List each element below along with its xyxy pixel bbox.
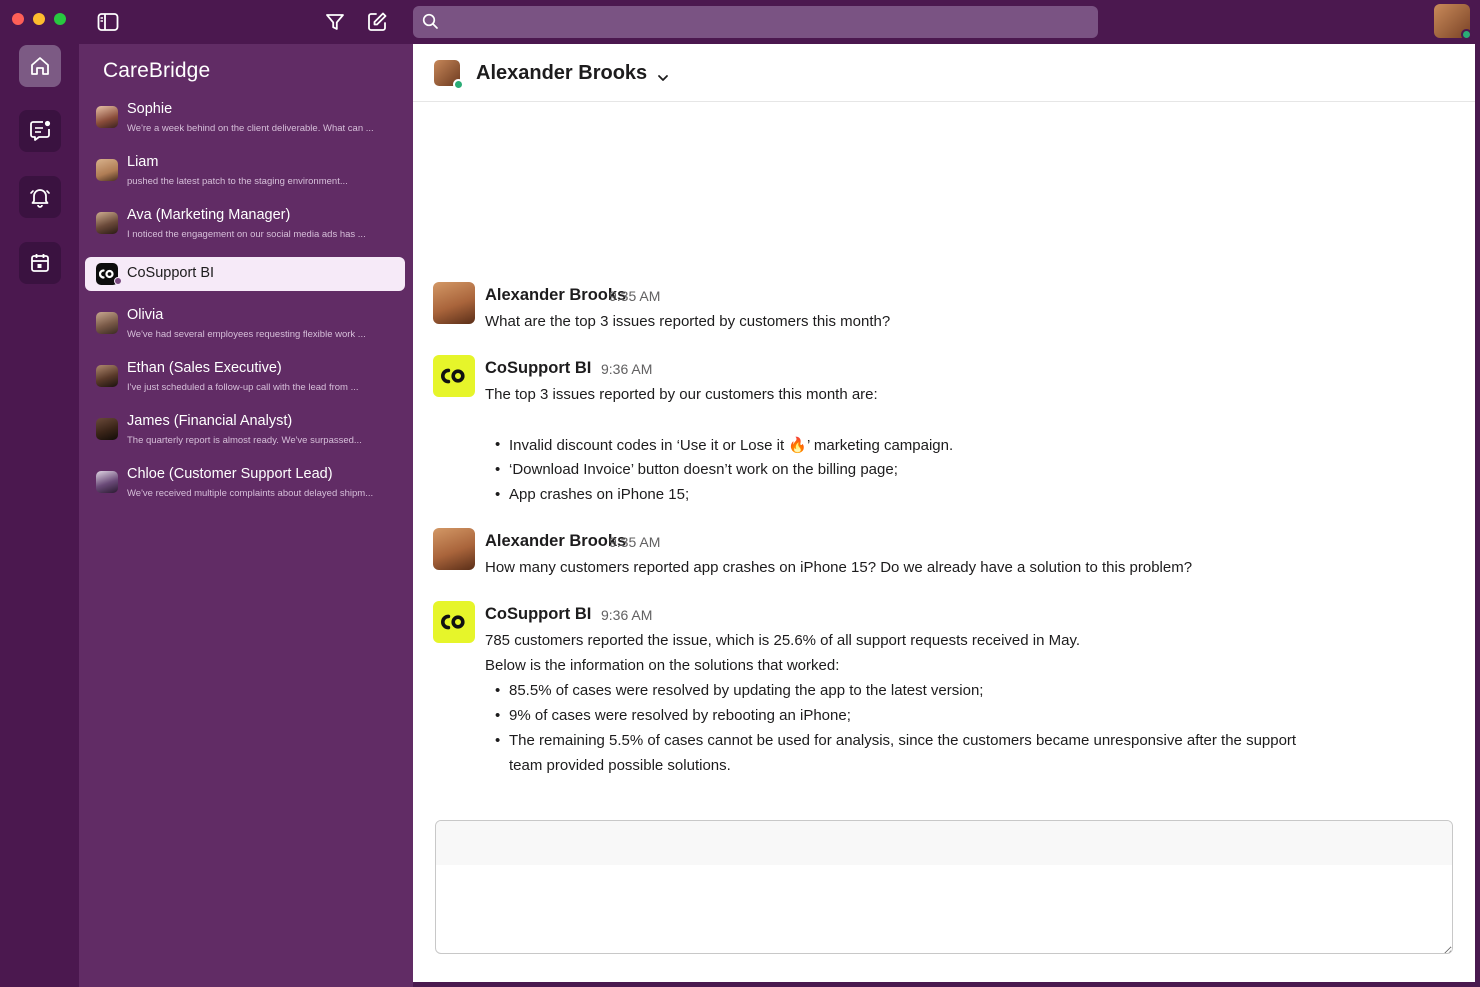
conversation-name: Sophie xyxy=(127,101,173,117)
status-dot-icon xyxy=(114,277,122,285)
message-text: How many customers reported app crashes … xyxy=(485,559,1193,576)
conversation-preview: I noticed the engagement on our social m… xyxy=(127,229,366,240)
avatar xyxy=(96,159,118,181)
list-item: App crashes on iPhone 15; xyxy=(509,486,690,503)
user-avatar[interactable] xyxy=(1434,4,1472,40)
conversation-item[interactable]: Sophie We're a week behind on the client… xyxy=(85,97,405,145)
message-text: 785 customers reported the issue, which … xyxy=(485,632,1081,649)
bullet-icon: • xyxy=(495,707,501,724)
message-composer xyxy=(435,820,1453,954)
conversation-name: Olivia xyxy=(127,307,164,323)
avatar[interactable] xyxy=(433,528,475,570)
conversation-name: Chloe (Customer Support Lead) xyxy=(127,466,333,482)
conversation-preview: pushed the latest patch to the staging e… xyxy=(127,176,348,187)
channel-title[interactable]: Alexander Brooks xyxy=(476,62,647,85)
message-author[interactable]: CoSupport BI xyxy=(485,359,591,378)
rail-messages-button[interactable] xyxy=(19,110,61,152)
conversation-name: Liam xyxy=(127,154,159,170)
bullet-icon: • xyxy=(495,436,501,453)
message-author[interactable]: CoSupport BI xyxy=(485,605,591,624)
conversation-item[interactable]: Ethan (Sales Executive) I've just schedu… xyxy=(85,356,405,404)
message-text: The top 3 issues reported by our custome… xyxy=(485,386,878,403)
online-status-icon xyxy=(1461,29,1472,40)
rail-notifications-button[interactable] xyxy=(19,176,61,218)
conversation-preview: We've received multiple complaints about… xyxy=(127,488,374,499)
list-item: Invalid discount codes in ‘Use it or Los… xyxy=(509,437,954,454)
bullet-icon: • xyxy=(495,461,501,478)
search-icon xyxy=(422,13,439,35)
chevron-down-icon[interactable] xyxy=(657,69,669,87)
avatar[interactable] xyxy=(433,282,475,324)
conversation-item[interactable]: Ava (Marketing Manager) I noticed the en… xyxy=(85,203,405,251)
message-timestamp[interactable]: 9:36 AM xyxy=(601,361,652,377)
message-author[interactable]: Alexander Brooks xyxy=(485,532,626,551)
list-item: 85.5% of cases were resolved by updating… xyxy=(509,682,984,699)
calendar-icon xyxy=(31,254,49,272)
filter-icon[interactable] xyxy=(323,10,347,34)
conversation-item-active[interactable]: CoSupport BI xyxy=(85,257,405,291)
message-timestamp[interactable]: 9:36 AM xyxy=(601,607,652,623)
notifications-icon xyxy=(30,189,50,208)
rail-home-button[interactable] xyxy=(19,45,61,87)
conversation-preview: We've had several employees requesting f… xyxy=(127,329,366,340)
conversation-preview: The quarterly report is almost ready. We… xyxy=(127,435,362,446)
avatar xyxy=(96,418,118,440)
workspace-title[interactable]: CareBridge xyxy=(103,59,210,83)
chat-header: Alexander Brooks xyxy=(413,44,1475,102)
avatar xyxy=(96,106,118,128)
sidebar-toggle-icon[interactable] xyxy=(96,10,120,34)
bot-logo-icon[interactable] xyxy=(433,601,475,643)
message-input[interactable] xyxy=(436,865,1452,953)
message-text: Below is the information on the solution… xyxy=(485,657,840,674)
composer-toolbar xyxy=(436,821,1452,865)
bullet-icon: • xyxy=(495,486,501,503)
minimize-window-button[interactable] xyxy=(33,13,45,25)
message-timestamp[interactable]: 9:35 AM xyxy=(609,534,660,550)
conversation-preview: We're a week behind on the client delive… xyxy=(127,123,374,134)
bullet-icon: • xyxy=(495,682,501,699)
message-author[interactable]: Alexander Brooks xyxy=(485,286,626,305)
conversation-name: CoSupport BI xyxy=(127,265,215,281)
conversation-preview: I've just scheduled a follow-up call wit… xyxy=(127,382,359,393)
search-bar[interactable] xyxy=(413,6,1098,38)
conversation-item[interactable]: James (Financial Analyst) The quarterly … xyxy=(85,409,405,457)
bullet-icon: • xyxy=(495,732,501,749)
avatar xyxy=(96,471,118,493)
bot-logo-icon[interactable] xyxy=(433,355,475,397)
list-item: ‘Download Invoice’ button doesn’t work o… xyxy=(509,461,898,478)
list-item-continuation: team provided possible solutions. xyxy=(509,757,731,774)
conversation-name: Ethan (Sales Executive) xyxy=(127,360,282,376)
online-status-icon xyxy=(453,79,464,90)
list-item: 9% of cases were resolved by rebooting a… xyxy=(509,707,851,724)
compose-icon[interactable] xyxy=(365,10,389,34)
conversation-name: James (Financial Analyst) xyxy=(127,413,293,429)
home-icon xyxy=(31,57,49,75)
messages-icon xyxy=(30,120,51,141)
conversation-name: Ava (Marketing Manager) xyxy=(127,207,291,223)
conversation-item[interactable]: Liam pushed the latest patch to the stag… xyxy=(85,150,405,198)
title-bar xyxy=(0,0,1480,44)
avatar xyxy=(96,312,118,334)
chat-panel: Alexander Brooks Alexander Brooks 9:35 A… xyxy=(413,44,1475,982)
conversation-sidebar: CareBridge Sophie We're a week behind on… xyxy=(79,44,413,987)
conversation-item[interactable]: Olivia We've had several employees reque… xyxy=(85,303,405,351)
conversation-item[interactable]: Chloe (Customer Support Lead) We've rece… xyxy=(85,462,405,510)
list-item: The remaining 5.5% of cases cannot be us… xyxy=(509,732,1297,749)
rail-calendar-button[interactable] xyxy=(19,242,61,284)
avatar xyxy=(96,365,118,387)
message-timestamp[interactable]: 9:35 AM xyxy=(609,288,660,304)
avatar[interactable] xyxy=(434,60,464,90)
close-window-button[interactable] xyxy=(12,13,24,25)
app-rail xyxy=(0,44,79,987)
avatar xyxy=(96,212,118,234)
maximize-window-button[interactable] xyxy=(54,13,66,25)
message-text: What are the top 3 issues reported by cu… xyxy=(485,313,891,330)
